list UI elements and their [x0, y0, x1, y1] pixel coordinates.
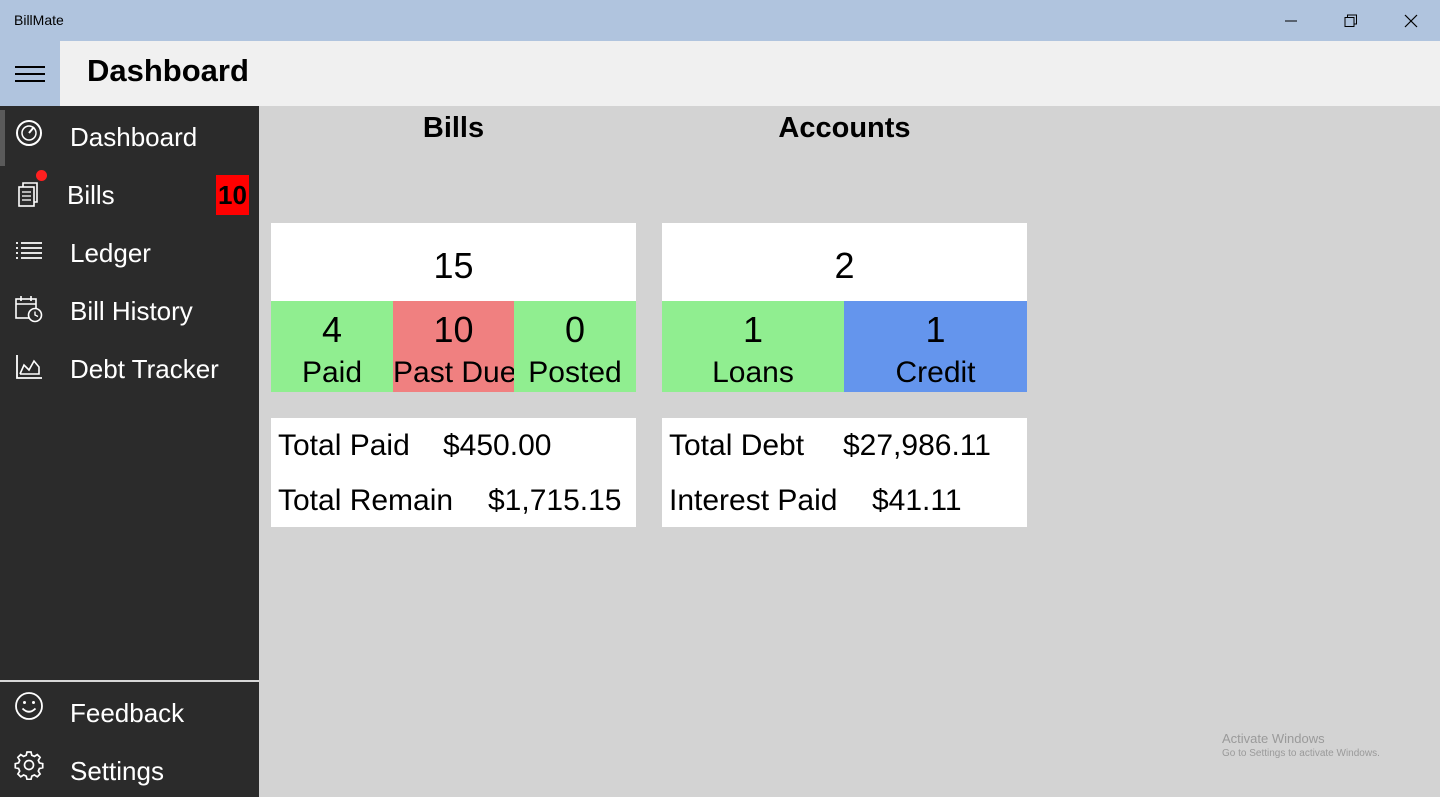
close-icon [1404, 14, 1418, 27]
bills-heading: Bills [422, 112, 485, 144]
sidebar-item-feedback[interactable]: Feedback [0, 682, 259, 740]
total-debt-row: Total Debt $27,986.11 [669, 429, 991, 463]
sidebar-item-label: Feedback [70, 698, 185, 728]
credit-tile[interactable]: 1 Credit [844, 301, 1027, 392]
sidebar-item-label: Ledger [70, 238, 151, 268]
accounts-card: 2 1 Loans 1 Credit [662, 223, 1027, 392]
bills-icon [18, 182, 38, 207]
notification-dot [36, 170, 47, 181]
posted-label: Posted [528, 356, 622, 389]
calendar-clock-icon [15, 296, 43, 323]
sidebar-item-bills[interactable]: Bills 10 [0, 166, 259, 224]
sidebar-item-label: Dashboard [70, 122, 198, 152]
hamburger-button[interactable] [0, 41, 60, 106]
posted-tile[interactable]: 0 Posted [514, 301, 636, 392]
bills-summary-card: Total Paid $450.00 Total Remain $1,715.15 [271, 418, 636, 527]
interest-paid-label: Interest Paid [669, 484, 838, 517]
sidebar-item-debt-tracker[interactable]: Debt Tracker [0, 340, 259, 398]
gear-icon [14, 751, 44, 780]
past-due-count: 10 [433, 309, 474, 350]
sidebar-item-ledger[interactable]: Ledger [0, 224, 259, 282]
restore-button[interactable] [1321, 0, 1381, 41]
accounts-heading: Accounts [778, 112, 911, 144]
interest-paid-value: $41.11 [872, 484, 962, 517]
minimize-button[interactable] [1261, 0, 1321, 41]
total-paid-row: Total Paid $450.00 [278, 429, 551, 463]
total-paid-value: $450.00 [443, 429, 552, 462]
sidebar-item-settings[interactable]: Settings [0, 740, 259, 797]
past-due-tile[interactable]: 10 Past Due [393, 301, 517, 392]
paid-count: 4 [321, 309, 343, 350]
minimize-icon [1285, 20, 1297, 21]
interest-paid-row: Interest Paid $41.11 [669, 484, 962, 518]
total-debt-label: Total Debt [669, 429, 805, 462]
past-due-label: Past Due [393, 356, 517, 389]
accounts-summary-card: Total Debt $27,986.11 Interest Paid $41.11 [662, 418, 1027, 527]
loans-tile[interactable]: 1 Loans [662, 301, 844, 392]
paid-label: Paid [301, 356, 363, 389]
accounts-total-count: 2 [834, 245, 855, 286]
sidebar-item-bill-history[interactable]: Bill History [0, 282, 259, 340]
sidebar-item-label: Bill History [70, 296, 193, 326]
page-title: Dashboard [87, 53, 249, 88]
credit-count: 1 [925, 309, 946, 350]
sidebar-item-label: Settings [70, 756, 164, 786]
selection-indicator [0, 110, 5, 166]
bills-total-count: 15 [433, 245, 474, 286]
app-title: BillMate [14, 12, 64, 28]
watermark-subtitle: Go to Settings to activate Windows. [1222, 748, 1380, 759]
area-chart-icon [16, 355, 42, 379]
total-remain-label: Total Remain [278, 484, 454, 517]
close-button[interactable] [1381, 0, 1440, 41]
paid-tile[interactable]: 4 Paid [271, 301, 393, 392]
loans-label: Loans [712, 356, 794, 389]
hamburger-icon [15, 65, 45, 82]
restore-icon [1344, 14, 1357, 27]
total-remain-row: Total Remain $1,715.15 [278, 484, 621, 518]
bills-count-badge: 10 [216, 175, 249, 215]
title-bar: BillMate [0, 0, 1440, 41]
posted-count: 0 [564, 309, 586, 350]
total-debt-value: $27,986.11 [843, 429, 991, 462]
smiley-icon [15, 692, 43, 720]
sidebar-item-dashboard[interactable]: Dashboard [0, 108, 259, 166]
sidebar: Dashboard Bills 10 Ledger Bill History D… [0, 106, 259, 797]
watermark-title: Activate Windows [1222, 731, 1325, 746]
sidebar-item-label: Debt Tracker [70, 354, 219, 384]
loans-count: 1 [742, 309, 764, 350]
list-icon [16, 242, 42, 259]
bills-card: 15 4 Paid 10 Past Due 0 Posted [271, 223, 636, 392]
total-paid-label: Total Paid [278, 429, 410, 462]
gauge-icon [16, 120, 42, 146]
sidebar-item-label: Bills [67, 180, 115, 210]
activation-watermark: Activate Windows Go to Settings to activ… [1222, 731, 1380, 759]
total-remain-value: $1,715.15 [488, 484, 622, 517]
credit-label: Credit [895, 356, 976, 389]
